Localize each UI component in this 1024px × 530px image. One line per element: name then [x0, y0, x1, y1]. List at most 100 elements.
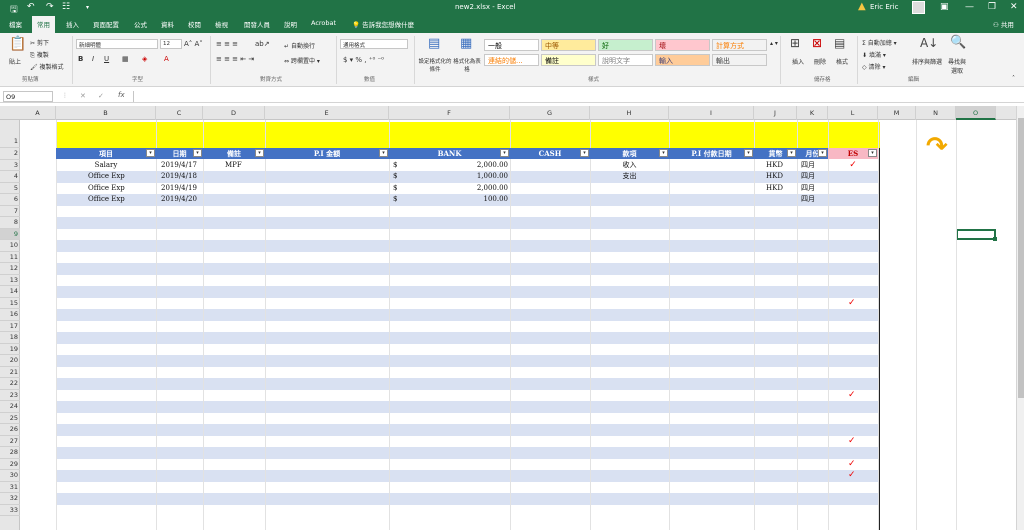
row-header-33[interactable]: 33 — [0, 505, 20, 516]
grow-shrink-font-icon[interactable]: A˄ A˅ — [184, 40, 203, 48]
fill-button[interactable]: ⬇ 填滿 ▾ — [862, 50, 886, 59]
ribbon-display-icon[interactable]: ▣ — [940, 2, 949, 12]
es-check-mark[interactable]: ✓ — [848, 459, 856, 469]
tab-data[interactable]: 資料 — [161, 19, 174, 29]
column-header-l[interactable]: L — [828, 106, 878, 120]
table-cell[interactable]: ✓ — [828, 160, 878, 171]
column-header-c[interactable]: C — [156, 106, 203, 120]
table-cell[interactable]: 四月 — [797, 171, 828, 182]
cell-area[interactable]: ↷ 項目 ▾ 日期 ▾ 備註 ▾ P.I 金額 ▾ BANK ▾ CASH ▾ 款項 ▾ P.I 付款日期 ▾… — [20, 120, 1016, 530]
sort-filter-label[interactable]: 排序與篩選 — [912, 57, 942, 66]
close-button[interactable]: ✕ — [1010, 2, 1018, 12]
row-header-20[interactable]: 20 — [0, 355, 20, 367]
table-header-7[interactable]: 款項 ▾ — [590, 148, 669, 159]
row-header-2[interactable]: 2 — [0, 148, 20, 160]
row-header-23[interactable]: 23 — [0, 390, 20, 401]
row-header-3[interactable]: 3 — [0, 160, 20, 171]
filter-dropdown-icon[interactable]: ▾ — [744, 149, 753, 157]
redo-icon[interactable]: ↷ — [46, 2, 54, 12]
row-header-30[interactable]: 30 — [0, 470, 20, 482]
conditional-format-icon[interactable]: ▤ — [428, 36, 440, 51]
row-header-18[interactable]: 18 — [0, 332, 20, 344]
font-size-select[interactable]: 12 — [160, 39, 182, 49]
table-cell[interactable]: Office Exp — [56, 183, 156, 194]
row-header-25[interactable]: 25 — [0, 413, 20, 424]
row-header-15[interactable]: 15 — [0, 298, 20, 309]
cell-style-0[interactable]: 一般 — [484, 39, 539, 51]
table-cell[interactable] — [203, 171, 265, 182]
row-header-29[interactable]: 29 — [0, 459, 20, 470]
tab-developer[interactable]: 開發人員 — [244, 19, 270, 29]
find-select-icon[interactable]: 🔍 — [950, 35, 966, 50]
table-cell[interactable]: 100.00 — [389, 194, 510, 205]
tab-formulas[interactable]: 公式 — [134, 19, 147, 29]
merge-center-button[interactable]: ⇔ 跨欄置中 ▾ — [284, 56, 320, 65]
row-header-6[interactable]: 6 — [0, 194, 20, 206]
delete-cells-icon[interactable]: ⊠ — [812, 36, 822, 50]
row-header-27[interactable]: 27 — [0, 436, 20, 447]
table-cell[interactable]: 1,000.00 — [389, 171, 510, 182]
enter-icon[interactable]: ✓ — [98, 92, 104, 100]
conditional-format-label[interactable]: 設定格式化的條件 — [418, 57, 452, 73]
tab-help[interactable]: 說明 — [284, 19, 297, 29]
find-select-label[interactable]: 尋找與選取 — [946, 57, 968, 75]
tab-review[interactable]: 校閱 — [188, 19, 201, 29]
row-header-1[interactable]: 1 — [0, 120, 20, 148]
table-cell[interactable]: 四月 — [797, 183, 828, 194]
column-header-g[interactable]: G — [510, 106, 590, 120]
cell-style-3[interactable]: 壞 — [655, 39, 710, 51]
column-header-b[interactable]: B — [56, 106, 156, 120]
align-top-icon[interactable]: ≡ ≡ ≡ — [216, 40, 238, 48]
insert-cells-icon[interactable]: ⊞ — [790, 36, 800, 50]
table-cell[interactable]: Office Exp — [56, 171, 156, 182]
style-gallery-scroll-icon[interactable]: ▴ ▾ — [770, 39, 778, 48]
maximize-button[interactable]: ❐ — [988, 2, 996, 12]
wrap-text-button[interactable]: ↵ 自動換行 — [284, 41, 315, 50]
paste-label[interactable]: 貼上 — [9, 57, 21, 66]
table-cell[interactable]: 2019/4/17 — [156, 160, 203, 171]
cell-style-9[interactable]: 輸出 — [712, 54, 767, 66]
account-name[interactable]: Eric Eric — [870, 3, 898, 11]
column-header-o[interactable]: O — [956, 106, 996, 120]
row-header-16[interactable]: 16 — [0, 309, 20, 321]
fill-handle[interactable] — [993, 237, 997, 241]
row-header-26[interactable]: 26 — [0, 424, 20, 436]
column-header-m[interactable]: M — [878, 106, 916, 120]
font-name-select[interactable]: 新細明體 — [76, 39, 158, 49]
minimize-button[interactable]: — — [965, 2, 974, 12]
table-header-2[interactable]: 日期 ▾ — [156, 148, 203, 159]
row-header-8[interactable]: 8 — [0, 217, 20, 229]
table-cell[interactable] — [203, 194, 265, 205]
underline-button[interactable]: U — [104, 55, 109, 63]
row-header-12[interactable]: 12 — [0, 263, 20, 275]
tab-home[interactable]: 常用 — [32, 16, 55, 33]
row-header-17[interactable]: 17 — [0, 321, 20, 332]
cell-style-7[interactable]: 說明文字 — [598, 54, 653, 66]
clear-button[interactable]: ◇ 清除 ▾ — [862, 62, 885, 71]
yellow-banner-row[interactable] — [56, 122, 880, 148]
number-format-select[interactable]: 通用格式 — [340, 39, 408, 49]
name-box[interactable]: O9 — [3, 91, 53, 102]
table-header-1[interactable]: 項目 ▾ — [56, 148, 156, 159]
table-cell[interactable]: HKD — [754, 171, 797, 182]
table-cell[interactable] — [590, 183, 669, 194]
align-left-icon[interactable]: ≡ ≡ ≡ ⇤ ⇥ — [216, 55, 254, 63]
table-header-9[interactable]: 貨幣 ▾ — [754, 148, 797, 159]
tab-insert[interactable]: 插入 — [66, 19, 79, 29]
column-header-h[interactable]: H — [590, 106, 669, 120]
filter-dropdown-icon[interactable]: ▾ — [146, 149, 155, 157]
column-header-f[interactable]: F — [389, 106, 510, 120]
row-header-10[interactable]: 10 — [0, 240, 20, 252]
column-header-n[interactable]: N — [916, 106, 956, 120]
row-header-5[interactable]: 5 — [0, 183, 20, 194]
rotate-arrow-icon[interactable]: ↷ — [926, 134, 948, 160]
row-header-21[interactable]: 21 — [0, 367, 20, 378]
cell-style-6[interactable]: 備註 — [541, 54, 596, 66]
table-cell[interactable] — [203, 183, 265, 194]
cell-style-8[interactable]: 輸入 — [655, 54, 710, 66]
table-cell[interactable]: 支出 — [590, 171, 669, 182]
table-cell[interactable]: 2019/4/20 — [156, 194, 203, 205]
format-cells-icon[interactable]: ▤ — [834, 36, 845, 50]
border-icon[interactable]: ▦ — [122, 55, 129, 63]
row-header-7[interactable]: 7 — [0, 206, 20, 217]
